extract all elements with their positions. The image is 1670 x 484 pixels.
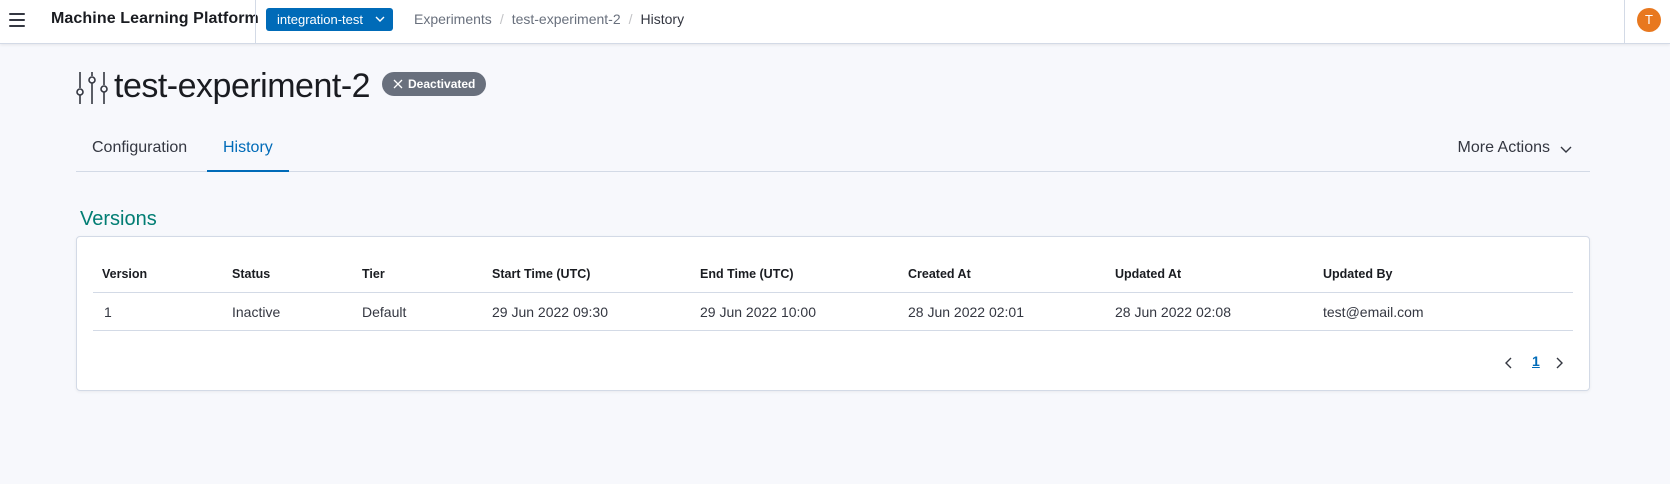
column-header: Status [232, 267, 271, 281]
cell-status: Inactive [232, 304, 281, 320]
close-icon [393, 79, 403, 89]
column-header: Updated By [1323, 267, 1393, 281]
column-header: Created At [908, 267, 971, 281]
cell-version: 1 [104, 304, 112, 320]
header-divider [1624, 0, 1625, 44]
status-badge: Deactivated [382, 72, 487, 96]
table-row[interactable]: 1 Inactive Default 29 Jun 2022 09:30 29 … [93, 293, 1573, 331]
sliders-icon [76, 72, 108, 104]
project-selector[interactable]: integration-test [266, 8, 393, 31]
breadcrumb-separator: / [628, 11, 633, 27]
page-number[interactable]: 1 [1532, 353, 1540, 369]
tab-history[interactable]: History [207, 131, 289, 172]
project-label: integration-test [277, 12, 363, 27]
column-header: Version [102, 267, 148, 281]
cell-end-time: 29 Jun 2022 10:00 [700, 304, 816, 320]
chevron-left-icon[interactable] [1503, 357, 1515, 369]
cell-tier: Default [362, 304, 407, 320]
hamburger-menu-icon[interactable] [7, 9, 29, 31]
cell-created-at: 28 Jun 2022 02:01 [908, 304, 1024, 320]
column-header: Start Time (UTC) [492, 267, 591, 281]
header-divider [255, 0, 256, 44]
column-header: End Time (UTC) [700, 267, 794, 281]
tab-bar: Configuration History More Actions [76, 131, 1590, 172]
status-badge-label: Deactivated [408, 77, 476, 91]
chevron-down-icon [375, 16, 385, 22]
versions-table: Version Status Tier Start Time (UTC) End… [93, 253, 1573, 331]
cell-updated-by: test@email.com [1323, 304, 1424, 320]
app-title[interactable]: Machine Learning Platform [51, 10, 259, 28]
breadcrumb-experiments[interactable]: Experiments [414, 11, 492, 27]
more-actions-label: More Actions [1457, 139, 1550, 156]
page-title: test-experiment-2 [114, 67, 371, 105]
more-actions-button[interactable]: More Actions [1458, 131, 1574, 165]
breadcrumb-experiment[interactable]: test-experiment-2 [512, 11, 621, 27]
user-avatar[interactable]: T [1637, 8, 1661, 32]
section-title-versions: Versions [80, 208, 157, 230]
top-header: Machine Learning Platform integration-te… [0, 0, 1670, 44]
versions-panel: Version Status Tier Start Time (UTC) End… [76, 236, 1590, 391]
breadcrumb-separator: / [499, 11, 504, 27]
chevron-right-icon[interactable] [1553, 357, 1565, 369]
column-header: Updated At [1115, 267, 1182, 281]
tab-configuration[interactable]: Configuration [76, 131, 203, 172]
column-header: Tier [362, 267, 385, 281]
cell-updated-at: 28 Jun 2022 02:08 [1115, 304, 1231, 320]
breadcrumb: Experiments / test-experiment-2 / History [414, 11, 684, 27]
chevron-down-icon [1560, 146, 1572, 153]
pagination: 1 [1503, 353, 1573, 373]
breadcrumb-current: History [640, 11, 685, 27]
table-header: Version Status Tier Start Time (UTC) End… [93, 253, 1573, 293]
cell-start-time: 29 Jun 2022 09:30 [492, 304, 608, 320]
